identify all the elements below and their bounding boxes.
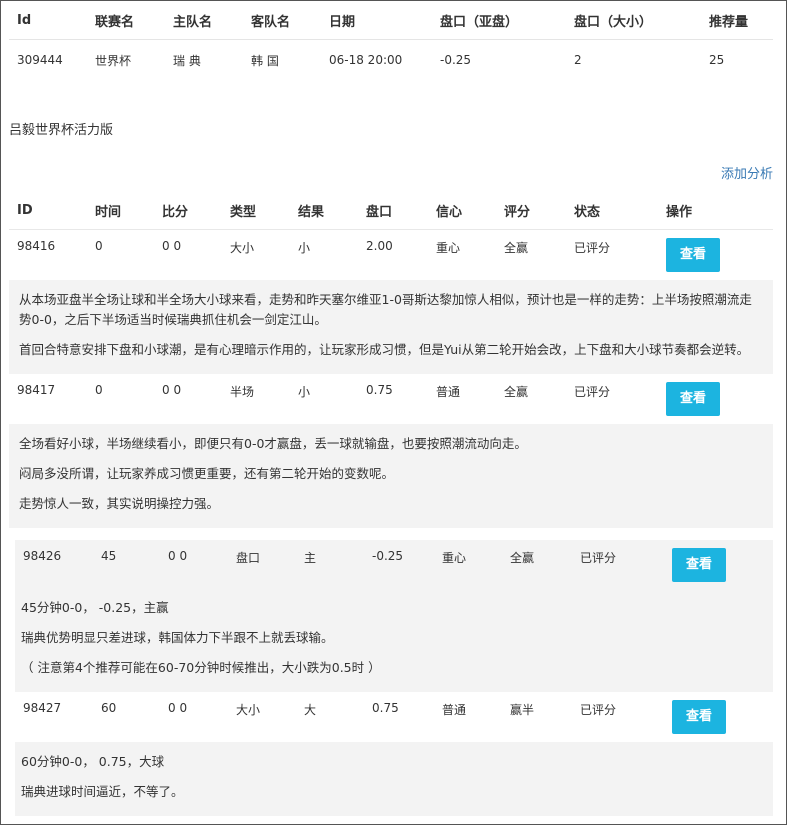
asian-handicap: -0.25	[432, 39, 566, 80]
analysis-confidence: 重心	[436, 241, 461, 255]
over-under: 2	[566, 39, 701, 80]
analysis-paragraph: 闷局多没所谓，让玩家养成习惯更重要，还有第二轮开始的变数呢。	[19, 466, 395, 481]
col-header: Id	[17, 12, 32, 28]
col-header: 盘口（亚盘）	[440, 14, 519, 30]
analysis-line: 0.75	[372, 701, 399, 715]
analysis-paragraph: 瑞典优势明显只差进球，韩国体力下半跟不上就丢球输。	[21, 630, 334, 645]
col-header: 日期	[329, 14, 356, 30]
analysis-box: 98427 60 0 0 大小 大 0.75 普通 赢半 已评分 查看 60分钟…	[15, 692, 773, 816]
match-date: 06-18 20:00	[321, 39, 432, 80]
analysis-score: 0 0	[168, 701, 188, 715]
analysis-paragraph: 45分钟0-0， -0.25，主赢	[21, 600, 169, 615]
analysis-row: 98417 0 0 0 半场 小 0.75 普通 全赢 已评分 查看	[9, 374, 773, 424]
analysis-paragraph: 全场看好小球，半场继续看小，即便只有0-0才赢盘，丢一球就输盘，也要按照潮流动向…	[19, 436, 527, 451]
analysis-time: 60	[101, 701, 117, 715]
col-header: 评分	[504, 204, 531, 220]
analysis-score: 0 0	[168, 549, 188, 563]
match-header-row: Id 联赛名 主队名 客队名 日期 盘口（亚盘） 盘口（大小） 推荐量	[9, 1, 773, 40]
analysis-text: 全场看好小球，半场继续看小，即便只有0-0才赢盘，丢一球就输盘，也要按照潮流动向…	[9, 424, 773, 528]
recommend-count: 25	[701, 39, 773, 80]
analysis-result: 主	[304, 551, 317, 565]
analysis-confidence: 普通	[436, 385, 461, 399]
match-id: 309444	[9, 39, 87, 80]
analysis-paragraph: （ 注意第4个推荐可能在60-70分钟时候推出，大小跌为0.5时 ）	[21, 660, 381, 675]
analysis-box: 98426 45 0 0 盘口 主 -0.25 重心 全赢 已评分 查看 45分…	[15, 540, 773, 692]
analysis-rating: 全赢	[510, 551, 535, 565]
analysis-row: 98416 0 0 0 大小 小 2.00 重心 全赢 已评分 查看	[9, 229, 773, 280]
match-table: Id 联赛名 主队名 客队名 日期 盘口（亚盘） 盘口（大小） 推荐量 3094…	[9, 1, 773, 80]
analysis-result: 小	[298, 241, 311, 255]
analysis-paragraph: 首回合特意安排下盘和小球潮，是有心理暗示作用的，让玩家形成习惯，但是Yui从第二…	[19, 342, 750, 357]
add-analysis-link[interactable]: 添加分析	[721, 163, 773, 182]
col-header: 信心	[436, 204, 463, 220]
analysis-type: 盘口	[236, 551, 261, 565]
view-button[interactable]: 查看	[672, 548, 726, 582]
analysis-time: 0	[95, 239, 103, 253]
col-header: ID	[17, 202, 33, 218]
analysis-text: 45分钟0-0， -0.25，主赢 瑞典优势明显只差进球，韩国体力下半跟不上就丢…	[15, 590, 773, 692]
analysis-header-row: ID 时间 比分 类型 结果 盘口 信心 评分 状态 操作	[9, 191, 773, 229]
view-button[interactable]: 查看	[666, 238, 720, 272]
analysis-paragraph: 60分钟0-0， 0.75，大球	[21, 754, 165, 769]
analysis-rating: 全赢	[504, 385, 529, 399]
analysis-id: 98417	[17, 383, 56, 397]
away-team: 韩 国	[243, 39, 321, 80]
analysis-score: 0 0	[162, 383, 182, 397]
analysis-action: 查看	[658, 374, 773, 416]
analysis-table: ID 时间 比分 类型 结果 盘口 信心 评分 状态 操作 98416 0 0 …	[9, 191, 773, 816]
league-name: 世界杯	[87, 39, 165, 80]
col-header: 结果	[298, 204, 325, 220]
view-button[interactable]: 查看	[672, 700, 726, 734]
analysis-id: 98416	[17, 239, 56, 253]
analysis-result: 大	[304, 703, 317, 717]
analysis-id: 98426	[23, 549, 62, 563]
col-header: 操作	[666, 204, 693, 220]
col-header: 客队名	[251, 14, 291, 30]
analysis-status: 已评分	[580, 551, 617, 565]
analysis-rating: 全赢	[504, 241, 529, 255]
analysis-text: 60分钟0-0， 0.75，大球 瑞典进球时间逼近，不等了。	[15, 742, 773, 816]
match-row: 309444 世界杯 瑞 典 韩 国 06-18 20:00 -0.25 2 2…	[9, 39, 773, 80]
analysis-type: 半场	[230, 385, 255, 399]
analysis-line: 2.00	[366, 239, 393, 253]
analysis-rating: 赢半	[510, 703, 535, 717]
analysis-type: 大小	[236, 703, 261, 717]
analysis-text: 从本场亚盘半全场让球和半全场大小球来看，走势和昨天塞尔维亚1-0哥斯达黎加惊人相…	[9, 280, 773, 374]
col-header: 比分	[162, 204, 189, 220]
analysis-row: 98427 60 0 0 大小 大 0.75 普通 赢半 已评分 查看	[15, 692, 773, 742]
analysis-action: 查看	[664, 540, 779, 582]
analysis-status: 已评分	[574, 385, 611, 399]
col-header: 类型	[230, 204, 257, 220]
analysis-type: 大小	[230, 241, 255, 255]
analysis-status: 已评分	[580, 703, 617, 717]
analysis-id: 98427	[23, 701, 62, 715]
analysis-paragraph: 从本场亚盘半全场让球和半全场大小球来看，走势和昨天塞尔维亚1-0哥斯达黎加惊人相…	[19, 292, 752, 327]
analysis-status: 已评分	[574, 241, 611, 255]
col-header: 联赛名	[95, 14, 135, 30]
analysis-line: 0.75	[366, 383, 393, 397]
col-header: 状态	[574, 204, 601, 220]
analysis-paragraph: 走势惊人一致，其实说明操控力强。	[19, 496, 220, 511]
author-name: 吕毅世界杯活力版	[9, 123, 114, 138]
col-header: 时间	[95, 204, 122, 220]
analysis-time: 0	[95, 383, 103, 397]
col-header: 盘口（大小）	[574, 14, 653, 30]
analysis-paragraph: 瑞典进球时间逼近，不等了。	[21, 784, 184, 799]
analysis-row: 98426 45 0 0 盘口 主 -0.25 重心 全赢 已评分 查看	[15, 540, 773, 590]
analysis-line: -0.25	[372, 549, 404, 563]
col-header: 推荐量	[709, 14, 749, 30]
analysis-score: 0 0	[162, 239, 182, 253]
analysis-action: 查看	[658, 230, 773, 272]
analysis-confidence: 普通	[442, 703, 467, 717]
analysis-result: 小	[298, 385, 311, 399]
col-header: 盘口	[366, 204, 393, 220]
home-team: 瑞 典	[165, 39, 243, 80]
analysis-time: 45	[101, 549, 117, 563]
analysis-confidence: 重心	[442, 551, 467, 565]
view-button[interactable]: 查看	[666, 382, 720, 416]
analysis-action: 查看	[664, 692, 779, 734]
col-header: 主队名	[173, 14, 213, 30]
